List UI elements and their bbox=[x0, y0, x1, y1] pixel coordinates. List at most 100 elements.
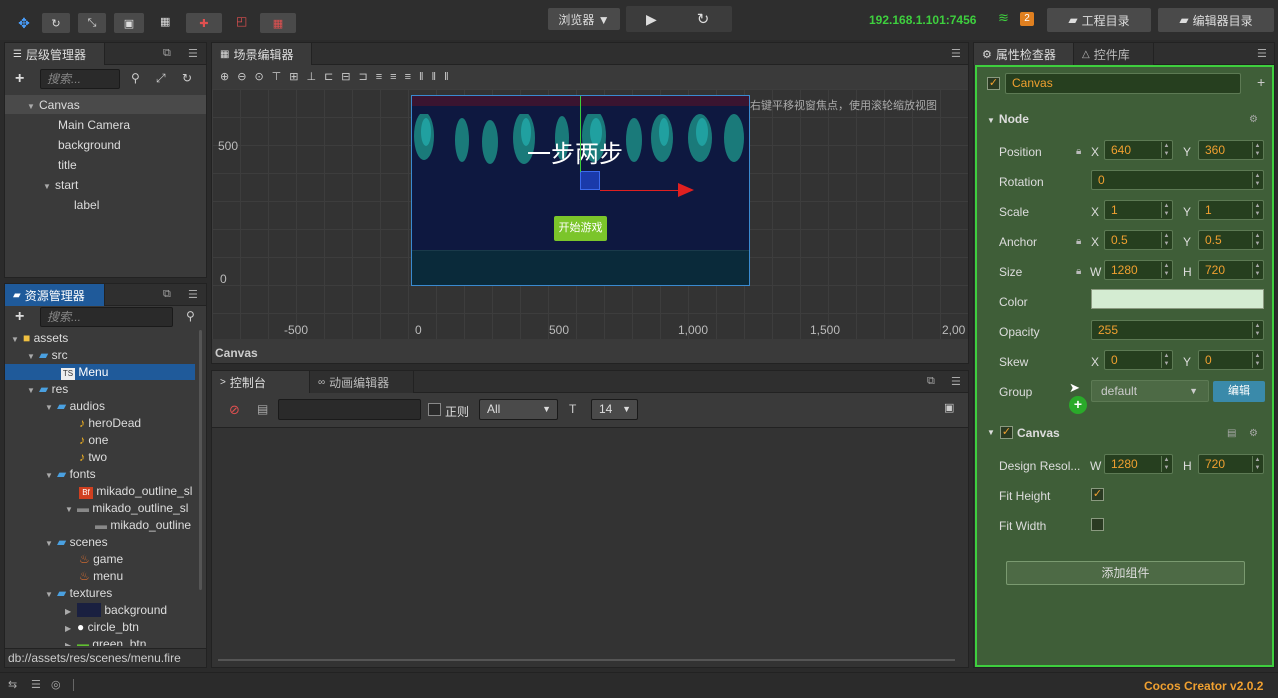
scrollbar[interactable] bbox=[199, 330, 202, 590]
stepper-icon[interactable]: ▲ ▼ bbox=[1161, 232, 1171, 248]
tree-item[interactable]: title bbox=[58, 157, 77, 174]
regex-checkbox[interactable] bbox=[428, 403, 441, 416]
project-folder-button[interactable]: ▰ 工程目录 bbox=[1047, 8, 1151, 32]
tree-item[interactable]: ▬ mikado_outline bbox=[95, 517, 191, 534]
lock-icon[interactable]: 🔒︎ bbox=[1076, 146, 1081, 157]
hierarchy-search-input[interactable]: 搜索... bbox=[40, 69, 120, 89]
settings-gear-icon[interactable]: ⚙ bbox=[1249, 114, 1258, 125]
local-global-icon[interactable]: ▦ bbox=[160, 15, 170, 28]
position-y-input[interactable]: 360 ▲ ▼ bbox=[1198, 140, 1264, 160]
tree-item[interactable]: ▶ ▬▬ background bbox=[65, 602, 167, 619]
align-right-icon[interactable]: ⊐ bbox=[359, 71, 376, 83]
tree-item[interactable]: ▶ ● circle_btn bbox=[65, 619, 139, 636]
tree-item[interactable]: ▼ ▰ res bbox=[27, 381, 68, 398]
stepper-icon[interactable]: ▲ ▼ bbox=[1252, 202, 1262, 218]
menu-icon[interactable]: ☰ bbox=[951, 375, 961, 388]
expand-icon[interactable]: ⤢ bbox=[156, 71, 166, 86]
maximize-icon[interactable]: ⧉ bbox=[163, 288, 171, 301]
visibility-icon[interactable]: ◎ bbox=[51, 678, 61, 691]
tab-scene-editor[interactable]: ▦ 场景编辑器 bbox=[212, 43, 312, 65]
component-doc-icon[interactable]: ▤ bbox=[1227, 428, 1236, 439]
align-left-icon[interactable]: ⊏ bbox=[324, 71, 341, 83]
position-x-input[interactable]: 640 ▲ ▼ bbox=[1104, 140, 1173, 160]
tab-widget-library[interactable]: △ 控件库 bbox=[1074, 43, 1154, 65]
add-icon[interactable]: + bbox=[1257, 74, 1265, 90]
distribute-right-icon[interactable]: ‖ bbox=[444, 71, 457, 83]
design-w-input[interactable]: 1280 ▲ ▼ bbox=[1104, 454, 1173, 474]
tree-item[interactable]: ▼ ▰ scenes bbox=[45, 534, 108, 551]
stepper-icon[interactable]: ▲ ▼ bbox=[1161, 142, 1171, 158]
font-size-select[interactable]: 14 ▼ bbox=[591, 399, 638, 420]
lock-icon[interactable]: 🔒︎ bbox=[1076, 266, 1081, 277]
stepper-icon[interactable]: ▲ ▼ bbox=[1252, 142, 1262, 158]
fit-height-checkbox[interactable]: ✓ bbox=[1091, 488, 1104, 501]
tab-animation-editor[interactable]: ∞ 动画编辑器 bbox=[310, 371, 414, 393]
distribute-bottom-icon[interactable]: ≡ bbox=[405, 71, 419, 83]
tree-item[interactable]: TS Menu bbox=[61, 364, 108, 381]
zoom-in-icon[interactable]: ⊕ bbox=[220, 71, 237, 83]
stepper-icon[interactable]: ▲ ▼ bbox=[1252, 232, 1262, 248]
stepper-icon[interactable]: ▲ ▼ bbox=[1161, 352, 1171, 368]
tab-assets[interactable]: ▰ 资源管理器 bbox=[5, 284, 105, 306]
tab-console[interactable]: > 控制台 bbox=[212, 371, 310, 393]
sync-icon[interactable]: ⇆ bbox=[8, 678, 17, 691]
refresh-icon[interactable]: ↻ bbox=[182, 71, 192, 85]
align-bottom-icon[interactable]: ⊥ bbox=[306, 71, 324, 83]
database-icon[interactable]: ☰ bbox=[31, 678, 41, 691]
add-asset-button[interactable]: + bbox=[15, 308, 24, 326]
align-center-icon[interactable]: ⊟ bbox=[341, 71, 358, 83]
tree-item[interactable]: label bbox=[74, 197, 99, 214]
design-h-input[interactable]: 720 ▲ ▼ bbox=[1198, 454, 1264, 474]
tree-item[interactable]: ▼ ▬ mikado_outline_sl bbox=[65, 500, 188, 517]
move-tool-icon[interactable]: ✥ bbox=[14, 13, 34, 33]
fit-width-checkbox[interactable] bbox=[1091, 518, 1104, 531]
tree-item[interactable]: ▼ Canvas bbox=[27, 97, 80, 114]
skew-y-input[interactable]: 0 ▲ ▼ bbox=[1198, 350, 1264, 370]
tree-item[interactable]: ♨ game bbox=[79, 551, 123, 568]
align-middle-icon[interactable]: ⊞ bbox=[289, 71, 306, 83]
maximize-icon[interactable]: ⧉ bbox=[927, 375, 935, 388]
scene-viewport[interactable]: 使用鼠标右键平移视窗焦点，使用滚轮缩放视图 一步两步 开始游戏 500 0 -5… bbox=[212, 89, 968, 339]
distribute-middle-icon[interactable]: ≡ bbox=[390, 71, 404, 83]
log-level-select[interactable]: All ▼ bbox=[479, 399, 558, 420]
snap-icon[interactable]: ◰ bbox=[236, 14, 247, 28]
clear-console-icon[interactable]: ⊘ bbox=[229, 402, 240, 418]
zoom-out-icon[interactable]: ⊖ bbox=[237, 71, 254, 83]
horizontal-scrollbar[interactable] bbox=[218, 659, 955, 661]
distribute-center-icon[interactable]: ‖ bbox=[432, 71, 445, 83]
x-axis-gizmo[interactable] bbox=[600, 190, 682, 191]
collapse-arrow-icon[interactable]: ▼ bbox=[987, 428, 995, 437]
tree-item[interactable]: Bf mikado_outline_sl bbox=[79, 483, 192, 500]
skew-x-input[interactable]: 0 ▲ ▼ bbox=[1104, 350, 1173, 370]
stepper-icon[interactable]: ▲ ▼ bbox=[1161, 262, 1171, 278]
grid-icon[interactable]: ▦ bbox=[260, 13, 296, 33]
console-filter-input[interactable] bbox=[278, 399, 421, 420]
tree-item[interactable]: background bbox=[58, 137, 121, 154]
zoom-reset-icon[interactable]: ⊙ bbox=[254, 71, 271, 83]
tree-item[interactable]: ▼ ▰ src bbox=[27, 347, 68, 364]
tab-properties[interactable]: ⚙ 属性检查器 bbox=[974, 43, 1074, 65]
tree-item[interactable]: ♪ two bbox=[79, 449, 107, 466]
canvas-component-checkbox[interactable]: ✓ bbox=[1000, 426, 1013, 439]
menu-icon[interactable]: ☰ bbox=[1257, 47, 1267, 60]
assets-search-input[interactable]: 搜索... bbox=[40, 307, 173, 327]
align-top-icon[interactable]: ⊤ bbox=[272, 71, 290, 83]
add-component-button[interactable]: 添加组件 bbox=[1006, 561, 1245, 585]
distribute-top-icon[interactable]: ≡ bbox=[376, 71, 390, 83]
size-h-input[interactable]: 720 ▲ ▼ bbox=[1198, 260, 1264, 280]
scale-x-input[interactable]: 1 ▲ ▼ bbox=[1104, 200, 1173, 220]
search-icon[interactable]: ⚲ bbox=[186, 309, 195, 323]
node-section-header[interactable]: ▼ Node bbox=[987, 112, 1029, 126]
stepper-icon[interactable]: ▲ ▼ bbox=[1252, 352, 1262, 368]
distribute-left-icon[interactable]: ‖ bbox=[419, 71, 432, 83]
node-name-input[interactable]: Canvas bbox=[1005, 73, 1241, 94]
search-icon[interactable]: ⚲ bbox=[131, 71, 140, 85]
tree-item[interactable]: Main Camera bbox=[58, 117, 130, 134]
stepper-icon[interactable]: ▲ ▼ bbox=[1252, 172, 1262, 188]
component-settings-gear-icon[interactable]: ⚙ bbox=[1249, 428, 1258, 439]
collapse-icon[interactable]: ▣ bbox=[944, 401, 954, 414]
rect-tool-icon[interactable]: ▣ bbox=[114, 13, 144, 33]
edit-group-button[interactable]: 编辑 bbox=[1213, 381, 1265, 402]
tree-item[interactable]: ♨ menu bbox=[79, 568, 123, 585]
scale-tool-icon[interactable]: ⤡ bbox=[78, 13, 106, 33]
